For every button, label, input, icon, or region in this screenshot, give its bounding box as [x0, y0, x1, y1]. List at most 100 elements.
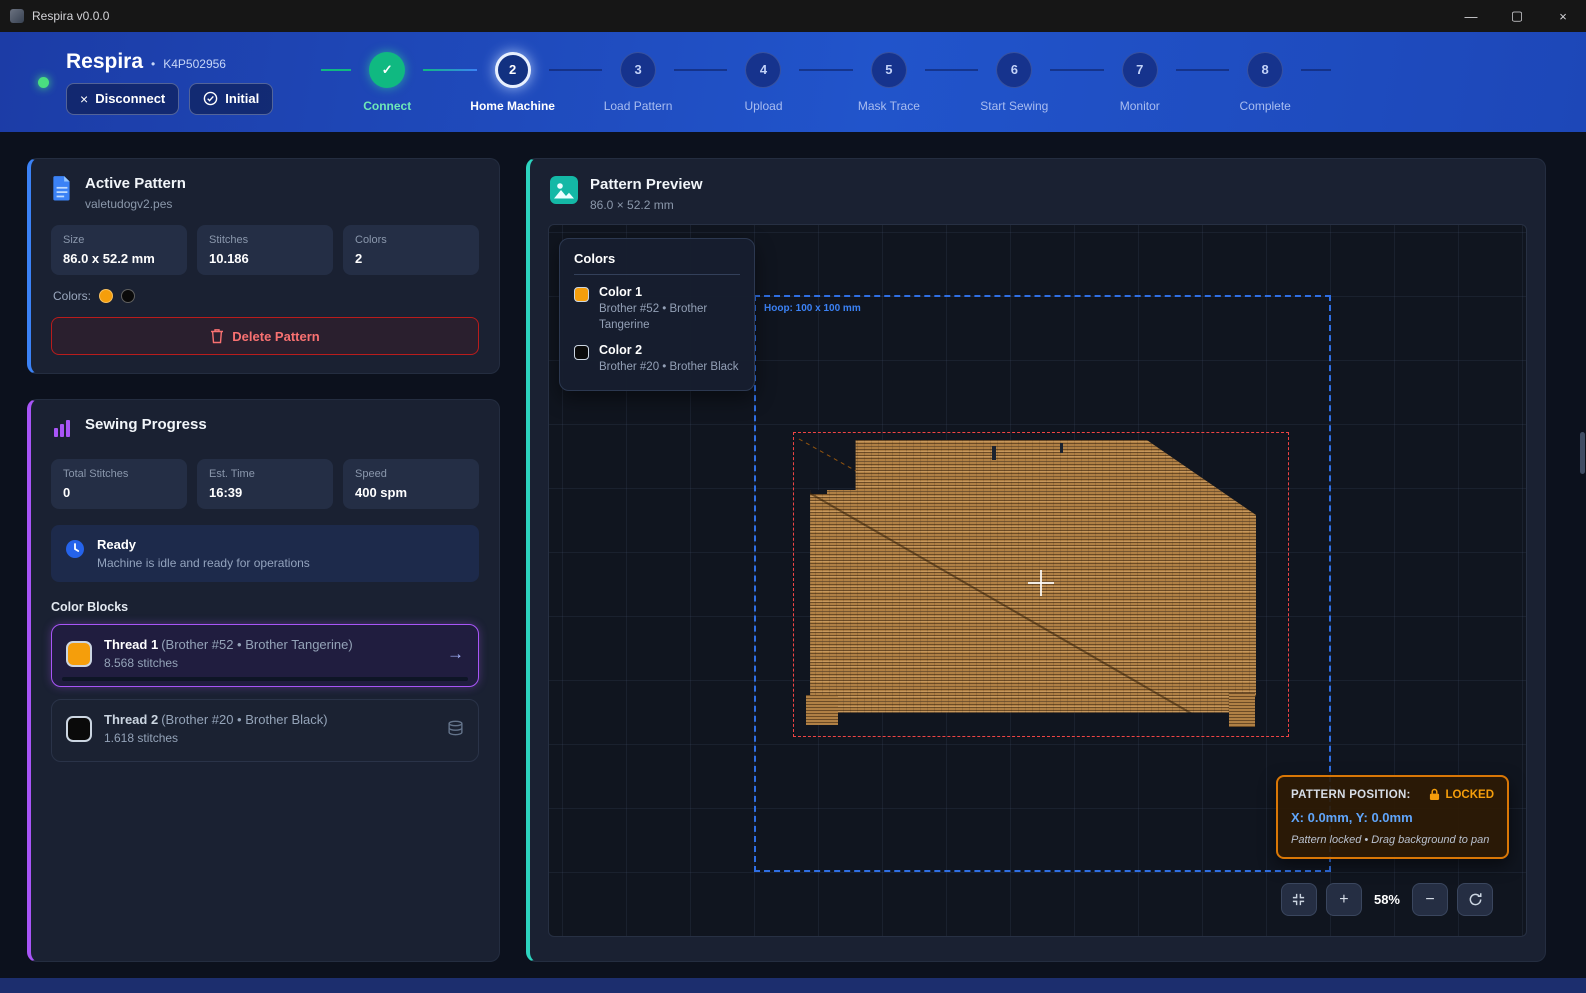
bullet-separator: •: [151, 57, 155, 71]
zoom-controls: + 58% −: [1281, 883, 1493, 916]
pattern-position-label: PATTERN POSITION:: [1291, 789, 1411, 801]
stepper-connector: [321, 69, 351, 71]
connection-status-dot: [38, 77, 49, 88]
thread-block-1[interactable]: Thread 1(Brother #52 • Brother Tangerine…: [51, 624, 479, 687]
stat-label: Total Stitches: [63, 468, 175, 480]
status-message: Machine is idle and ready for operations: [97, 556, 310, 570]
thread-2-detail: (Brother #20 • Brother Black): [161, 712, 327, 727]
pattern-coords: X: 0.0mm, Y: 0.0mm: [1291, 810, 1494, 825]
stitch-tab-right: [1229, 693, 1255, 727]
window-title: Respira v0.0.0: [32, 9, 109, 23]
initial-label: Initial: [225, 91, 259, 106]
app-name: Respira: [66, 50, 143, 74]
maximize-button[interactable]: ▢: [1494, 0, 1540, 32]
hoop-label: Hoop: 100 x 100 mm: [756, 297, 1329, 320]
step-home-machine[interactable]: 2 Home Machine: [477, 52, 549, 113]
minimize-button[interactable]: —: [1448, 0, 1494, 32]
step-complete[interactable]: 8 Complete: [1229, 52, 1301, 113]
machine-serial: K4P502956: [163, 57, 226, 71]
zoom-out-button[interactable]: −: [1412, 883, 1448, 916]
color-dot-black: [121, 289, 135, 303]
stepper-connector: [1050, 69, 1103, 71]
step-label: Complete: [1239, 99, 1290, 113]
image-icon: [550, 176, 578, 212]
stat-stitches: Stitches 10.186: [197, 225, 333, 275]
stepper-connector: [549, 69, 602, 71]
thread-2-name: Thread 2: [104, 712, 158, 727]
stat-label: Est. Time: [209, 468, 321, 480]
thread-1-progress-track: [62, 677, 468, 681]
crosshair-icon: [1040, 570, 1042, 596]
step-connect[interactable]: ✓ Connect: [351, 52, 423, 113]
step-label: Start Sewing: [980, 99, 1048, 113]
stat-value: 2: [355, 251, 467, 266]
stat-size: Size 86.0 x 52.2 mm: [51, 225, 187, 275]
step-label: Connect: [363, 99, 411, 113]
scrollbar-thumb[interactable]: [1580, 432, 1585, 474]
bar-chart-icon: [51, 416, 73, 445]
color-blocks-label: Color Blocks: [51, 600, 479, 614]
zoom-level: 58%: [1374, 892, 1400, 907]
refresh-icon[interactable]: [1457, 883, 1493, 916]
step-circle: 6: [996, 52, 1032, 88]
step-start-sewing[interactable]: 6 Start Sewing: [978, 52, 1050, 113]
zoom-in-button[interactable]: +: [1326, 883, 1362, 916]
stepper-connector: [799, 69, 852, 71]
step-label: Monitor: [1120, 99, 1160, 113]
step-monitor[interactable]: 7 Monitor: [1104, 52, 1176, 113]
stat-value: 16:39: [209, 485, 321, 500]
stepper-connector: [423, 69, 476, 71]
lock-icon: [1429, 788, 1440, 801]
check-icon: ✓: [382, 62, 393, 78]
step-circle: 8: [1247, 52, 1283, 88]
stat-label: Colors: [355, 234, 467, 246]
step-label: Home Machine: [470, 99, 555, 113]
color-2-detail: Brother #20 • Brother Black: [599, 360, 739, 376]
disconnect-button[interactable]: × Disconnect: [66, 83, 179, 115]
layers-icon: [447, 720, 464, 737]
pattern-position-hint: Pattern locked • Drag background to pan: [1291, 834, 1494, 846]
step-circle-completed: ✓: [369, 52, 405, 88]
color-1-chip: [574, 287, 589, 302]
stat-value: 86.0 x 52.2 mm: [63, 251, 175, 266]
delete-pattern-button[interactable]: Delete Pattern: [51, 317, 479, 355]
stat-colors: Colors 2: [343, 225, 479, 275]
machine-status-box: Ready Machine is idle and ready for oper…: [51, 525, 479, 582]
stat-label: Size: [63, 234, 175, 246]
stepper-connector: [674, 69, 727, 71]
color-item-1: Color 1 Brother #52 • Brother Tangerine: [574, 285, 740, 333]
preview-canvas[interactable]: Hoop: 100 x 100 mm Col: [548, 224, 1527, 937]
stat-label: Speed: [355, 468, 467, 480]
thread-2-stitch-count: 1.618 stitches: [104, 731, 328, 745]
stepper-connector: [1301, 69, 1331, 71]
colors-panel: Colors Color 1 Brother #52 • Brother Tan…: [559, 238, 755, 391]
active-pattern-title: Active Pattern: [85, 175, 186, 192]
thread-1-swatch: [66, 641, 92, 667]
close-button[interactable]: ×: [1540, 0, 1586, 32]
step-mask-trace[interactable]: 5 Mask Trace: [853, 52, 925, 113]
colors-row-label: Colors:: [53, 289, 91, 303]
step-circle: 4: [745, 52, 781, 88]
thread-2-swatch: [66, 716, 92, 742]
stat-value: 0: [63, 485, 175, 500]
color-dot-orange: [99, 289, 113, 303]
thread-1-detail: (Brother #52 • Brother Tangerine): [161, 637, 352, 652]
pattern-filename: valetudogv2.pes: [85, 197, 186, 211]
locked-badge[interactable]: LOCKED: [1429, 788, 1494, 801]
initial-button[interactable]: Initial: [189, 83, 273, 115]
stat-speed: Speed 400 spm: [343, 459, 479, 509]
color-2-chip: [574, 345, 589, 360]
wizard-stepper: ✓ Connect 2 Home Machine 3 Load Pattern …: [321, 52, 1331, 113]
preview-dimensions: 86.0 × 52.2 mm: [590, 198, 703, 212]
step-load-pattern[interactable]: 3 Load Pattern: [602, 52, 674, 113]
thread-block-2[interactable]: Thread 2(Brother #20 • Brother Black) 1.…: [51, 699, 479, 762]
sewing-progress-title: Sewing Progress: [85, 416, 207, 433]
color-item-2: Color 2 Brother #20 • Brother Black: [574, 343, 740, 376]
step-upload[interactable]: 4 Upload: [727, 52, 799, 113]
check-circle-icon: [203, 91, 218, 106]
fit-view-button[interactable]: [1281, 883, 1317, 916]
stat-label: Stitches: [209, 234, 321, 246]
colors-panel-title: Colors: [574, 251, 740, 275]
delete-pattern-label: Delete Pattern: [232, 329, 319, 344]
app-header: Respira • K4P502956 × Disconnect Initial…: [0, 32, 1586, 132]
